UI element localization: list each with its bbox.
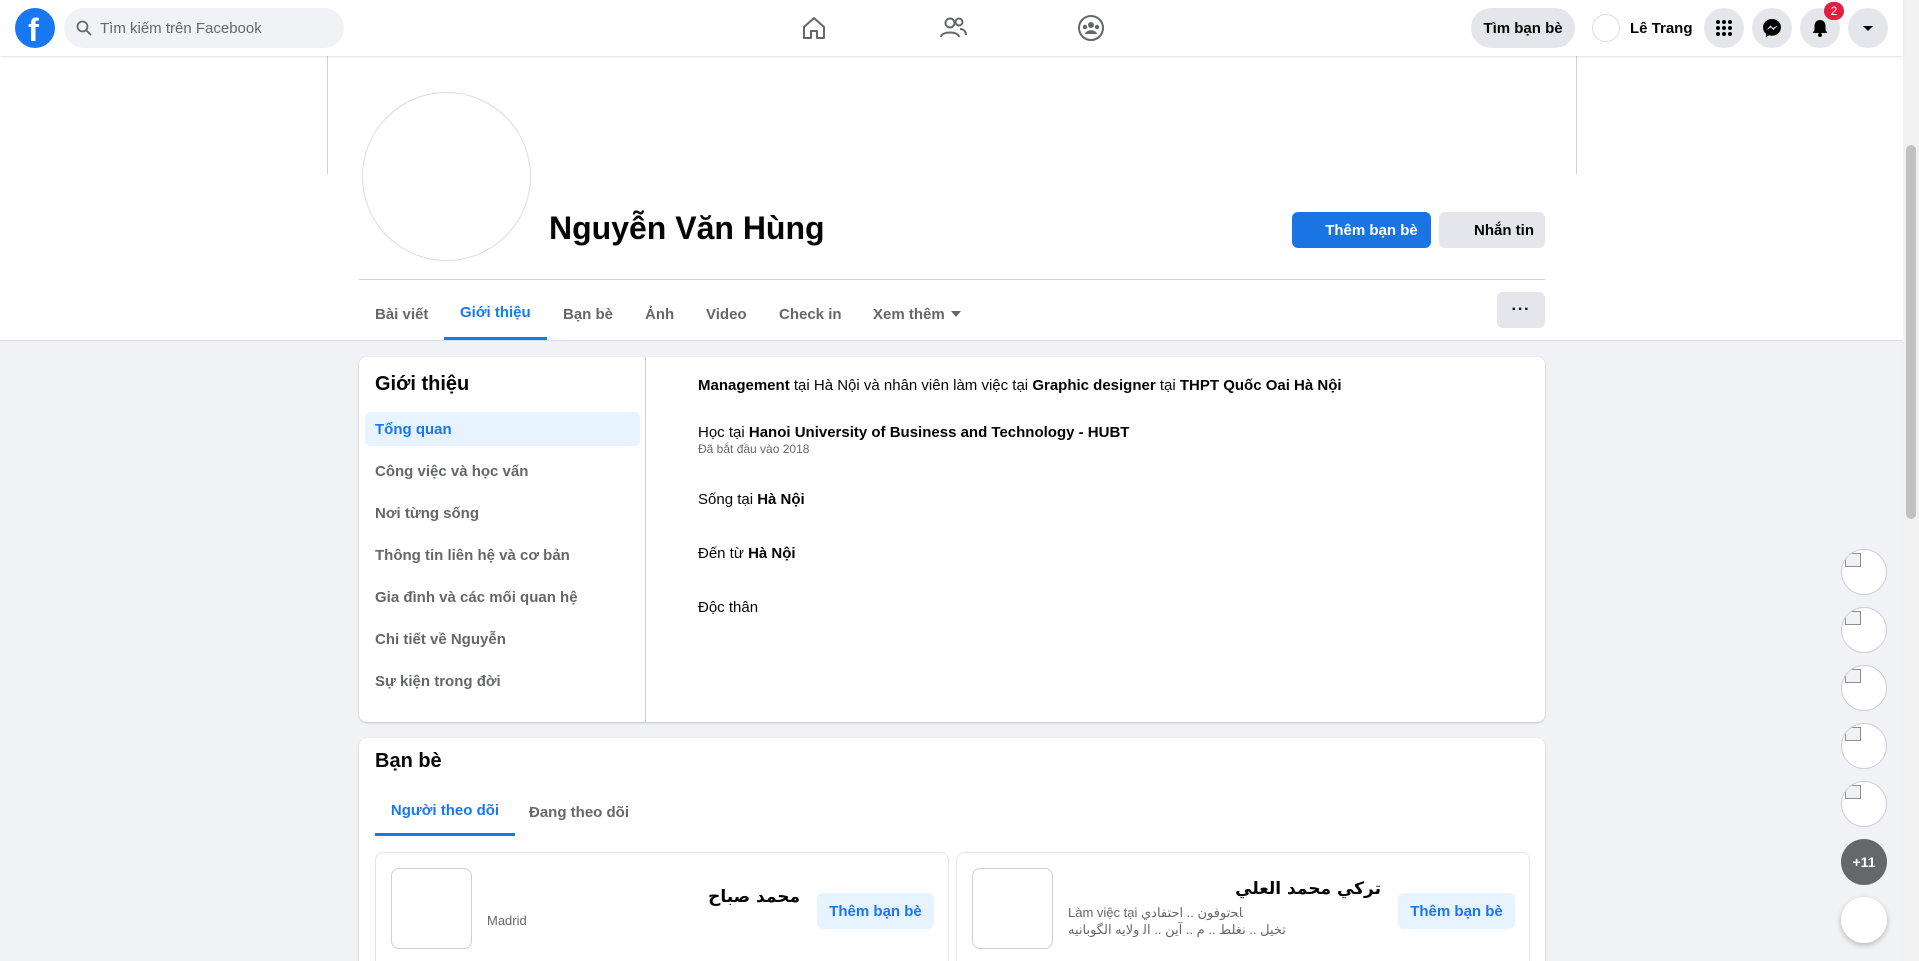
tab-followers[interactable]: Người theo dõi — [375, 788, 515, 836]
friend-subtitle: Madrid — [487, 913, 527, 928]
add-friend-button[interactable]: Thêm bạn bè — [1398, 893, 1515, 929]
profile-name: Nguyễn Văn Hùng — [549, 210, 825, 246]
friend-card: محمد صباح Madrid Thêm bạn bè — [375, 852, 949, 961]
tab-video[interactable]: Video — [690, 288, 763, 340]
about-section: Giới thiệu Tổng quan Công việc và học vấ… — [359, 357, 1545, 722]
hometown-info: Đến từ Hà Nội — [698, 545, 796, 562]
friend-card: تركي محمد العلي Làm việc tại ﺎﺤﺗﻮﻓﻮﻥ .. … — [956, 852, 1530, 961]
message-button[interactable]: Nhắn tin — [1439, 212, 1545, 248]
cover-border-right — [1576, 56, 1577, 174]
friends-title: Bạn bè — [375, 750, 442, 772]
user-name: Lê Trang — [1630, 19, 1693, 37]
caret-down-icon[interactable] — [1848, 8, 1888, 48]
profile-picture[interactable] — [362, 92, 531, 261]
tab-see-more-label: Xem thêm — [873, 305, 945, 323]
groups-icon[interactable] — [1075, 12, 1107, 44]
home-icon[interactable] — [798, 12, 830, 44]
friend-subtitle-2: ﺗﺨﻴﻞ .. ﻧﻐﻠﻂ .. ﻡ .. ﺁﻳﻦ .. ﺍﻟ ﻭﻟﺎﻳﻪ ﺍﻟﮕ… — [1068, 922, 1286, 937]
find-friends-button[interactable]: Tìm bạn bè — [1471, 8, 1575, 48]
more-options-button[interactable]: ··· — [1497, 292, 1545, 328]
menu-grid-icon[interactable] — [1704, 8, 1744, 48]
caret-down-icon — [950, 311, 961, 317]
tab-friends[interactable]: Bạn bè — [547, 288, 629, 340]
cover-border-left — [327, 56, 328, 174]
relationship-info: Độc thân — [698, 599, 759, 616]
friend-photo[interactable] — [972, 868, 1053, 949]
notification-badge: 2 — [1824, 2, 1844, 20]
about-nav-family[interactable]: Gia đình và các mối quan hệ — [365, 580, 640, 614]
top-navbar: f Tìm bạn bè Lê Trang 2 — [0, 0, 1903, 56]
tab-see-more[interactable]: Xem thêm — [857, 288, 977, 340]
friends-section: Bạn bè Người theo dõi Đang theo dõi محمد… — [359, 738, 1545, 961]
tab-about[interactable]: Giới thiệu — [444, 288, 547, 340]
divider — [359, 279, 1545, 280]
education-since: Đã bắt đầu vào 2018 — [698, 442, 810, 456]
search-box[interactable] — [64, 8, 344, 48]
chat-contact[interactable] — [1841, 607, 1887, 653]
about-nav-work-education[interactable]: Công việc và học vấn — [365, 454, 640, 488]
avatar — [1592, 14, 1620, 42]
about-nav-details[interactable]: Chi tiết về Nguyễn — [365, 622, 640, 656]
education-info: Học tại Hanoi University of Business and… — [698, 424, 1130, 456]
scrollbar-thumb[interactable] — [1906, 145, 1916, 519]
current-city-info: Sống tại Hà Nội — [698, 491, 805, 508]
about-nav-contact-info[interactable]: Thông tin liên hệ và cơ bản — [365, 538, 640, 572]
work-info: Management tại Hà Nội và nhân viên làm v… — [698, 377, 1342, 394]
add-friend-button[interactable]: Thêm bạn bè — [1292, 212, 1431, 248]
tab-following[interactable]: Đang theo dõi — [523, 788, 635, 836]
friend-name[interactable]: محمد صباح — [708, 887, 800, 907]
messenger-icon[interactable] — [1752, 8, 1792, 48]
friend-subtitle: Làm việc tại ﺎﺤﺗﻮﻓﻮﻥ .. ﺍﺣﺘﻔﺎﺩﻱ — [1068, 905, 1243, 920]
facebook-logo[interactable]: f — [15, 8, 55, 48]
friend-photo[interactable] — [391, 868, 472, 949]
chat-contact[interactable] — [1841, 723, 1887, 769]
chat-contact[interactable] — [1841, 665, 1887, 711]
chat-contact[interactable] — [1841, 781, 1887, 827]
about-nav-life-events[interactable]: Sự kiện trong đời — [365, 664, 640, 698]
more-contacts-button[interactable]: +11 — [1841, 839, 1887, 885]
chat-contact[interactable] — [1841, 549, 1887, 595]
friend-name[interactable]: تركي محمد العلي — [1235, 879, 1381, 899]
about-title: Giới thiệu — [375, 373, 470, 395]
new-message-button[interactable] — [1841, 897, 1887, 943]
tab-photos[interactable]: Ảnh — [629, 288, 690, 340]
search-input[interactable] — [100, 19, 320, 37]
about-nav: Giới thiệu Tổng quan Công việc và học vấ… — [359, 357, 646, 722]
search-icon — [76, 20, 92, 36]
tab-posts[interactable]: Bài viết — [359, 288, 444, 340]
tab-checkin[interactable]: Check in — [763, 288, 858, 340]
about-nav-places-lived[interactable]: Nơi từng sống — [365, 496, 640, 530]
add-friend-button[interactable]: Thêm bạn bè — [817, 893, 934, 929]
about-nav-overview[interactable]: Tổng quan — [365, 412, 640, 446]
user-profile-chip[interactable]: Lê Trang — [1584, 10, 1701, 46]
friends-icon[interactable] — [937, 12, 969, 44]
